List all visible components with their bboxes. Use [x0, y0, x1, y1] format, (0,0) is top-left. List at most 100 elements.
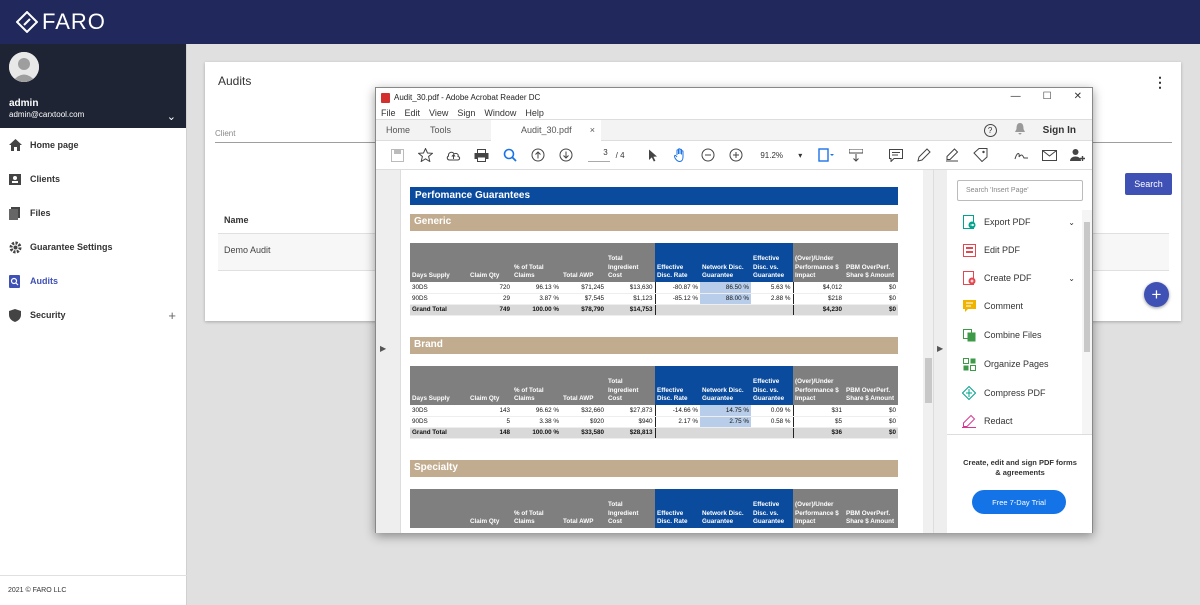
column-header-name[interactable]: Name [224, 215, 249, 225]
table-cell: 5.63 % [751, 282, 794, 294]
tab-tools[interactable]: Tools [420, 120, 461, 141]
expand-right-icon[interactable]: ▶ [380, 344, 386, 353]
tool-label: Organize Pages [984, 359, 1049, 369]
bell-icon[interactable] [1014, 123, 1025, 138]
page-down-icon[interactable] [552, 145, 580, 165]
chevron-down-icon[interactable]: ⌄ [167, 110, 176, 123]
column-header: Network Disc. Guarantee [700, 243, 751, 282]
draw-icon[interactable] [938, 145, 966, 165]
menu-bar: File Edit View Sign Window Help [376, 107, 1092, 119]
table-cell: $1,123 [606, 293, 655, 305]
scroll-mode-icon[interactable] [842, 145, 870, 165]
shield-icon [8, 308, 22, 322]
sidebar-item-guarantee-settings[interactable]: Guarantee Settings [0, 230, 186, 264]
sidebar: admin admin@carxtool.com ⌄ Home page Cli… [0, 44, 187, 605]
menu-file[interactable]: File [381, 108, 396, 118]
table-cell: Grand Total [410, 427, 468, 439]
menu-view[interactable]: View [429, 108, 448, 118]
help-icon[interactable]: ? [983, 124, 997, 137]
sidebar-item-label: Home page [30, 140, 79, 150]
table-cell: 0.09 % [751, 405, 794, 417]
zoom-out-icon[interactable] [694, 145, 722, 165]
tab-home[interactable]: Home [376, 120, 420, 141]
free-trial-button[interactable]: Free 7-Day Trial [972, 490, 1066, 514]
table-row: 30DS 143 96.62 % $32,660 $27,873 -14.66 … [410, 405, 898, 417]
save-icon[interactable] [384, 145, 412, 165]
tab-document[interactable]: Audit_30.pdf × [491, 119, 602, 141]
scrollbar-thumb[interactable] [925, 358, 932, 403]
client-field[interactable]: Client [215, 129, 235, 138]
tool-edit-pdf[interactable]: Edit PDF [962, 240, 1078, 260]
comment-icon[interactable] [882, 145, 910, 165]
highlight-pen-icon[interactable] [910, 145, 938, 165]
scrollbar-thumb[interactable] [1084, 222, 1090, 352]
sidebar-item-clients[interactable]: Clients [0, 162, 186, 196]
tools-scrollbar[interactable] [1082, 210, 1092, 434]
tool-organize-pages[interactable]: Organize Pages [962, 354, 1078, 374]
expand-icon[interactable]: + [168, 308, 176, 323]
print-icon[interactable] [468, 145, 496, 165]
column-header: Network Disc. Guarantee [700, 489, 751, 528]
sign-in-button[interactable]: Sign In [1043, 125, 1076, 136]
select-cursor-icon[interactable] [639, 145, 667, 165]
tool-create-pdf[interactable]: Create PDF ⌄ [962, 268, 1078, 288]
table-cell: 3.87 % [512, 293, 561, 305]
avatar[interactable] [9, 52, 39, 82]
more-vert-icon[interactable]: ⋮ [1153, 74, 1167, 91]
table-cell: 14.75 % [700, 405, 751, 417]
tool-redact[interactable]: Redact [962, 411, 1078, 431]
table-cell: $4,012 [793, 282, 844, 294]
tool-combine-files[interactable]: Combine Files [962, 325, 1078, 345]
tool-label: Create PDF [984, 273, 1032, 283]
left-panel-toggle[interactable]: ▶ [376, 170, 401, 533]
add-audit-button[interactable]: + [1144, 282, 1169, 307]
grand-total-row: Grand Total 148 100.00 % $33,580 $28,813… [410, 427, 898, 439]
chevron-down-icon[interactable]: ⌄ [1068, 218, 1075, 227]
chevron-down-icon[interactable]: ⌄ [1068, 274, 1075, 283]
zoom-search-icon[interactable] [496, 145, 524, 165]
mail-icon[interactable] [1036, 145, 1064, 165]
page-number-input[interactable]: 3 [587, 148, 610, 162]
column-header: (Over)/Under Performance $ Impact [793, 243, 844, 282]
zoom-in-icon[interactable] [722, 145, 750, 165]
table-cell: $14,753 [606, 304, 655, 316]
tag-edit-icon[interactable] [966, 145, 994, 165]
faro-logo[interactable]: FARO [16, 9, 106, 35]
sidebar-item-audits[interactable]: Audits [0, 264, 186, 298]
minimize-icon[interactable]: — [1011, 91, 1021, 102]
search-button[interactable]: Search [1125, 173, 1172, 195]
report-table: Days Supply Claim Qty % of Total Claims … [410, 366, 898, 439]
menu-sign[interactable]: Sign [457, 108, 475, 118]
document-scrollbar[interactable] [923, 170, 933, 533]
menu-window[interactable]: Window [484, 108, 516, 118]
upload-icon[interactable] [440, 145, 468, 165]
table-cell: $28,813 [606, 427, 655, 439]
tool-compress-pdf[interactable]: Compress PDF [962, 383, 1078, 403]
sign-icon[interactable] [1008, 145, 1036, 165]
tool-export-pdf[interactable]: Export PDF ⌄ [962, 212, 1078, 232]
table-cell: $0 [844, 282, 898, 294]
zoom-select[interactable]: 91.2% ▾ [760, 151, 802, 160]
table-cell: 96.13 % [512, 282, 561, 294]
add-user-icon[interactable] [1064, 145, 1092, 165]
menu-edit[interactable]: Edit [405, 108, 421, 118]
tab-close-icon[interactable]: × [590, 125, 595, 135]
close-icon[interactable]: ✕ [1074, 91, 1082, 102]
sidebar-item-home[interactable]: Home page [0, 128, 186, 162]
tools-search-input[interactable]: Search 'Insert Page' [957, 180, 1083, 201]
right-panel-toggle[interactable]: ▶ [933, 170, 947, 533]
page-display-icon[interactable] [812, 145, 840, 165]
compress-pdf-icon [962, 386, 976, 400]
document-viewer[interactable]: ▶ Perfomance Guarantees Generic Days Sup… [376, 170, 947, 533]
sidebar-item-files[interactable]: Files [0, 196, 186, 230]
tool-comment[interactable]: Comment [962, 296, 1078, 316]
bookmark-star-icon[interactable] [412, 145, 440, 165]
sidebar-item-security[interactable]: Security + [0, 298, 186, 332]
column-header: PBM OverPerf. Share $ Amount [844, 243, 898, 282]
maximize-icon[interactable]: ☐ [1043, 91, 1052, 102]
page-up-icon[interactable] [524, 145, 552, 165]
page-navigator: 3 / 4 [587, 148, 625, 162]
expand-right-icon[interactable]: ▶ [937, 344, 943, 353]
menu-help[interactable]: Help [525, 108, 544, 118]
hand-tool-icon[interactable] [666, 145, 694, 165]
